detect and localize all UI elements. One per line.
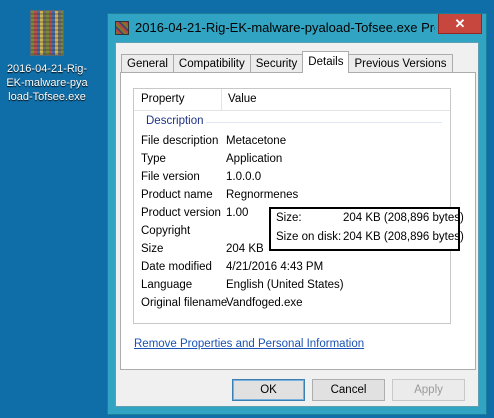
- column-header-property[interactable]: Property: [141, 93, 184, 105]
- row-value: English (United States): [226, 279, 344, 291]
- row-key: Original filename: [141, 297, 228, 309]
- list-header: Property Value: [134, 89, 450, 111]
- row-value: 204 KB: [226, 243, 264, 255]
- row-value: Application: [226, 153, 283, 165]
- tab-general[interactable]: General: [121, 54, 174, 73]
- row-value: Regnormenes: [226, 189, 299, 201]
- callout-disk-value: 204 KB (208,896 bytes): [343, 231, 464, 243]
- title-bar[interactable]: 2016-04-21-Rig-EK-malware-pyaload-Tofsee…: [108, 14, 486, 42]
- remove-properties-link[interactable]: Remove Properties and Personal Informati…: [134, 338, 364, 350]
- row-key: Size: [141, 243, 164, 255]
- desktop-file-icon[interactable]: 2016-04-21-Rig-EK-malware-pyaload-Tofsee…: [6, 10, 88, 104]
- list-row[interactable]: Type Application: [134, 151, 450, 169]
- details-list[interactable]: Property Value Description File descript…: [133, 88, 451, 324]
- row-value: 1.00: [226, 207, 249, 219]
- tab-security[interactable]: Security: [249, 54, 304, 73]
- exe-file-icon: [30, 10, 64, 56]
- ok-button[interactable]: OK: [232, 379, 305, 401]
- callout-disk-label: Size on disk:: [276, 231, 342, 243]
- column-header-value[interactable]: Value: [228, 93, 257, 105]
- tab-previous-versions[interactable]: Previous Versions: [348, 54, 453, 73]
- apply-button[interactable]: Apply: [392, 379, 465, 401]
- row-value: Metacetone: [226, 135, 287, 147]
- row-key: File description: [141, 135, 219, 147]
- callout-disk-line: Size on disk: 204 KB (208,896 bytes): [271, 228, 464, 247]
- row-key: File version: [141, 171, 200, 183]
- row-key: Product name: [141, 189, 213, 201]
- row-key: Copyright: [141, 225, 191, 237]
- size-callout: Size: 204 KB (208,896 bytes) Size on dis…: [269, 207, 464, 251]
- list-row[interactable]: Product name Regnormenes: [134, 187, 450, 205]
- row-key: Date modified: [141, 261, 212, 273]
- tab-compatibility[interactable]: Compatibility: [172, 54, 251, 73]
- row-key: Product version: [141, 207, 221, 219]
- desktop-file-label: 2016-04-21-Rig-EK-malware-pyaload-Tofsee…: [6, 63, 88, 103]
- callout-size-line: Size: 204 KB (208,896 bytes): [271, 209, 464, 228]
- row-value: 1.0.0.0: [226, 171, 262, 183]
- close-button[interactable]: ✕: [438, 14, 482, 34]
- row-value: 4/21/2016 4:43 PM: [226, 261, 324, 273]
- tab-details[interactable]: Details: [302, 51, 350, 73]
- callout-size-label: Size:: [276, 212, 302, 224]
- app-icon: [115, 21, 129, 35]
- list-row[interactable]: File version 1.0.0.0: [134, 169, 450, 187]
- column-separator[interactable]: [221, 89, 222, 111]
- list-row[interactable]: Original filename Vandfoged.exe: [134, 295, 450, 313]
- list-row[interactable]: Date modified 4/21/2016 4:43 PM: [134, 259, 450, 277]
- tab-strip: General Compatibility Security Details P…: [121, 51, 453, 73]
- callout-size-value: 204 KB (208,896 bytes): [343, 212, 464, 224]
- list-row[interactable]: Language English (United States): [134, 277, 450, 295]
- row-key: Language: [141, 279, 193, 291]
- row-value: Vandfoged.exe: [226, 297, 303, 309]
- list-row[interactable]: File description Metacetone: [134, 133, 450, 151]
- cancel-button[interactable]: Cancel: [312, 379, 385, 401]
- group-header: Description: [134, 111, 450, 133]
- row-key: Type: [141, 153, 166, 165]
- group-divider: [206, 122, 442, 123]
- group-label: Description: [146, 115, 204, 127]
- window-title: 2016-04-21-Rig-EK-malware-pyaload-Tofsee…: [135, 20, 435, 35]
